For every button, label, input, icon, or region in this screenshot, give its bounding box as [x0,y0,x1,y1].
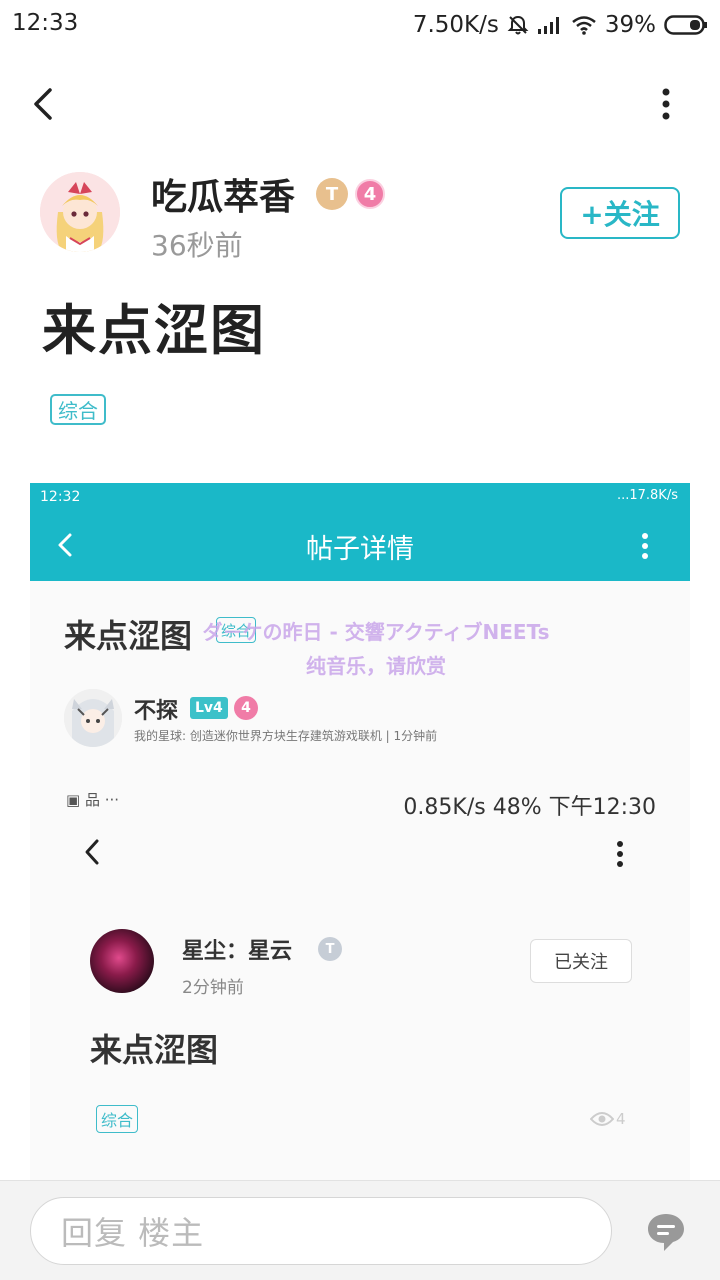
inner-status-bar: ▣ 品 ··· 0.85K/s 48% 下午12:30 [66,789,656,820]
tiger-girl-avatar-icon [64,689,122,747]
reply-bar: 回复 楼主 [0,1180,720,1280]
embedded-user-avatar [64,689,122,747]
title-badge: T [316,178,348,210]
inner-post-tag: 综合 [96,1105,139,1133]
inner-post-time: 2分钟前 [182,978,244,998]
eye-icon [590,1112,614,1126]
inner-followed-button: 已关注 [530,939,632,983]
post-time: 36秒前 [151,229,243,262]
inner-back-icon [85,839,99,865]
status-right: 7.50K/s 39% [413,10,708,40]
embedded-status-right: ...17.8K/s [616,488,678,503]
status-time: 12:33 [12,10,79,36]
level-badge: 4 [355,179,385,209]
embedded-music-overlay: ダ－ケの昨日 - 交響アクティブNEETs 纯音乐，请欣赏 [126,615,626,683]
net-speed: 7.50K/s [412,12,499,38]
embedded-body: 来点涩图 综合 ダ－ケの昨日 - 交響アクティブNEETs 纯音乐，请欣赏 不探… [30,581,690,1183]
inner-title-badge: T [318,937,342,961]
embedded-user-level: 4 [234,696,258,720]
more-vertical-icon[interactable] [652,84,680,124]
inner-post-title: 来点涩图 [90,1031,219,1069]
back-arrow-icon[interactable] [28,84,64,124]
inner-status-right: 0.85K/s 48% 下午12:30 [403,795,656,820]
status-bar: 12:33 7.50K/s 39% [0,0,720,50]
comment-bubble-icon[interactable] [645,1211,687,1253]
embedded-user-name: 不探 [134,699,179,724]
inner-view-count: 4 [590,1109,626,1129]
signal-icon [537,17,559,34]
follow-button[interactable]: +关注 [560,187,680,239]
level-number: 4 [363,183,377,205]
post-tag[interactable]: 综合 [50,394,106,425]
embedded-nav-title: 帖子详情 [306,534,414,565]
inner-status-left: ▣ 品 ··· [66,791,120,809]
embedded-user-lv: Lv4 [190,697,228,719]
author-name[interactable]: 吃瓜萃香 [151,168,295,220]
embedded-status-time: 12:32 [40,489,81,505]
embedded-appbar: 12:32 ...17.8K/s 帖子详情 [30,483,690,581]
post-title: 来点涩图 [42,299,266,362]
author-avatar[interactable] [40,172,120,252]
reply-input[interactable]: 回复 楼主 [30,1197,612,1265]
mute-bell-icon [507,15,529,35]
music-title: ダ－ケの昨日 - 交響アクティブNEETs [202,620,550,644]
battery-icon [664,15,707,35]
embedded-screenshot[interactable]: 12:32 ...17.8K/s 帖子详情 来点涩图 综合 ダ－ケの昨日 - 交… [30,483,690,1183]
inner-more-icon [617,841,623,867]
anime-girl-avatar-icon [40,172,120,252]
inner-view-number: 4 [616,1110,626,1128]
music-note: 纯音乐，请欣赏 [306,654,446,678]
title-badge-letter: T [325,183,339,205]
battery-percent: 39% [604,12,656,38]
inner-author-name: 星尘：星云 [182,939,293,964]
embedded-more-icon [642,533,648,559]
embedded-user-sub: 我的星球: 创造迷你世界方块生存建筑游戏联机 | 1分钟前 [134,729,438,743]
wifi-icon [572,16,596,35]
inner-author-avatar [90,929,154,993]
